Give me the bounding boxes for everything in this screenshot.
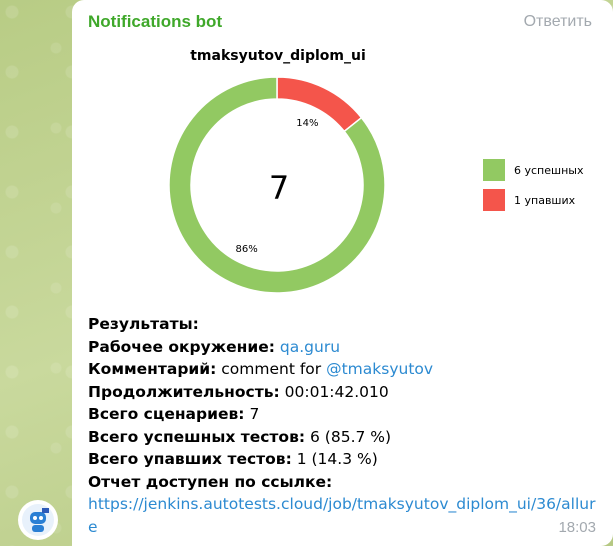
slice-failed (276, 76, 363, 133)
scenarios-label: Всего сценариев: (88, 405, 245, 423)
center-total-label: 7 (269, 169, 289, 207)
env-label: Рабочее окружение: (88, 337, 275, 356)
duration-value: 00:01:42.010 (284, 382, 389, 401)
legend-swatch (483, 189, 505, 211)
comment-label: Комментарий: (88, 360, 217, 378)
failed-label: Всего упавших тестов: (88, 450, 292, 468)
duration-row: Продолжительность: 00:01:42.010 (88, 381, 608, 404)
comment-row: Комментарий: comment for @tmaksyutov (88, 358, 608, 381)
results-info: Результаты: Рабочее окружение: qa.guru К… (88, 313, 608, 538)
robot-icon (22, 504, 54, 536)
legend-label: 1 упавших (514, 193, 576, 207)
message-time: 18:03 (558, 519, 596, 536)
sender-name[interactable]: Notifications bot (88, 12, 222, 32)
passed-value: 6 (85.7 %) (310, 427, 392, 446)
results-heading: Результаты: (88, 315, 199, 333)
results-heading-row: Результаты: (88, 313, 608, 336)
test-results-chart[interactable]: tmaksyutov_diplom_ui 14% 86% 7 6 успешных 1… (72, 40, 613, 305)
donut-chart: 14% 86% 7 (168, 76, 386, 294)
comment-text: comment for (221, 360, 322, 378)
env-link[interactable]: qa.guru (280, 338, 340, 356)
slice-percent-label: 86% (236, 244, 258, 255)
bot-avatar[interactable] (18, 500, 58, 540)
legend-item: 1 упавших (483, 189, 583, 211)
scenarios-row: Всего сценариев: 7 (88, 403, 608, 426)
passed-row: Всего успешных тестов: 6 (85.7 %) (88, 426, 608, 449)
duration-label: Продолжительность: (88, 382, 280, 401)
chart-legend: 6 успешных 1 упавших (483, 159, 583, 219)
report-label: Отчет доступен по ссылке: (88, 472, 333, 491)
legend-label: 6 успешных (514, 163, 584, 177)
message-bubble: Notifications bot Ответить tmaksyutov_di… (72, 0, 613, 546)
scenarios-value: 7 (249, 405, 260, 423)
report-link[interactable]: https://jenkins.autotests.cloud/job/tmak… (88, 493, 600, 538)
legend-swatch (483, 159, 505, 181)
failed-value: 1 (14.3 %) (296, 450, 378, 468)
reply-button[interactable]: Ответить (524, 13, 592, 31)
env-row: Рабочее окружение: qa.guru (88, 336, 608, 359)
passed-label: Всего успешных тестов: (88, 427, 306, 446)
failed-row: Всего упавших тестов: 1 (14.3 %) (88, 448, 608, 471)
slice-percent-label: 14% (296, 118, 318, 129)
report-row: Отчет доступен по ссылке: (88, 471, 608, 494)
mention-link[interactable]: @tmaksyutov (326, 360, 433, 378)
legend-item: 6 успешных (483, 159, 583, 181)
